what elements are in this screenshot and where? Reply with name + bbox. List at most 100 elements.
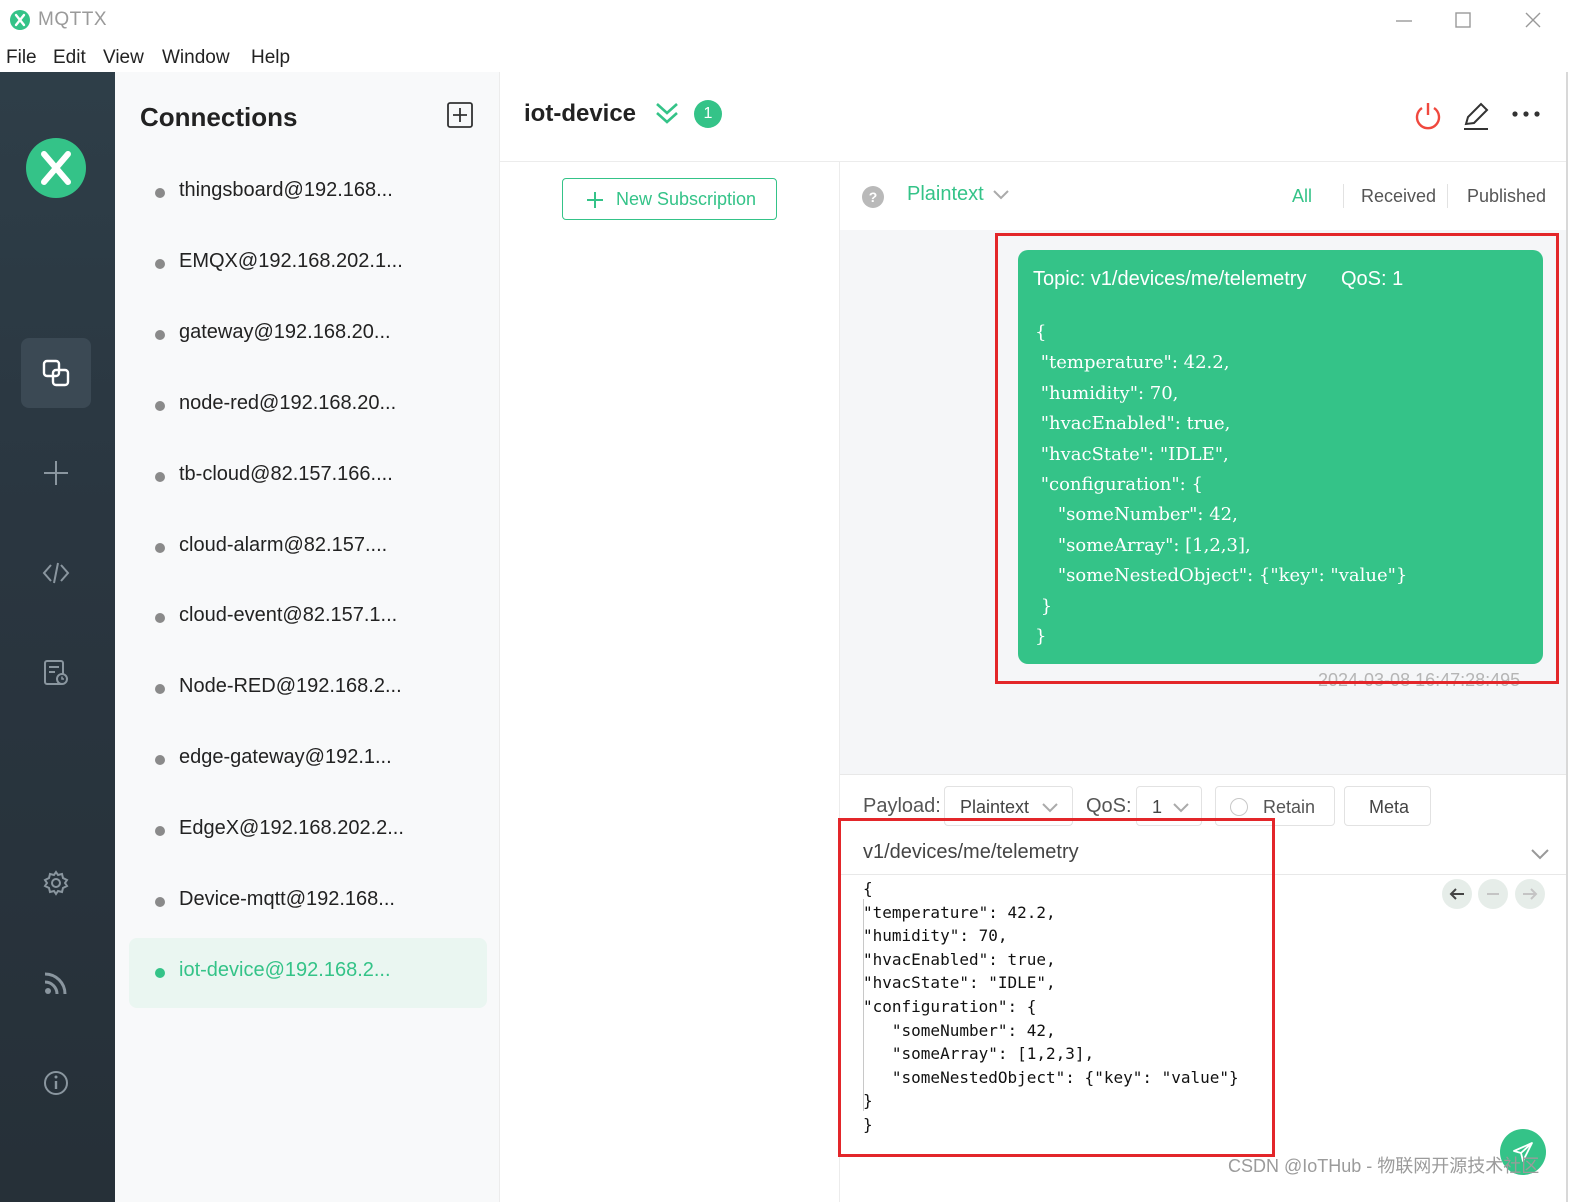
connection-name: iot-device: [524, 100, 637, 127]
menu-help[interactable]: Help: [251, 47, 290, 69]
menu-edit[interactable]: Edit: [53, 47, 86, 69]
connection-item[interactable]: EMQX@192.168.202.1...: [129, 229, 487, 299]
connections-icon: [42, 359, 70, 387]
mqttx-logo-icon: [26, 138, 86, 198]
filter-divider: [1343, 184, 1344, 208]
connection-item[interactable]: EdgeX@192.168.202.2...: [129, 796, 487, 866]
mqttx-logo-icon: [10, 10, 30, 30]
connection-item-name: EMQX@192.168.202.1...: [179, 249, 403, 272]
connection-item-name: node-red@192.168.20...: [179, 391, 397, 414]
connection-status-dot: [155, 826, 165, 837]
connection-status-dot: [155, 542, 165, 553]
connection-status-dot: [155, 258, 165, 269]
plus-icon: [587, 192, 603, 208]
edit-icon: [1464, 102, 1489, 130]
connection-item[interactable]: cloud-event@82.157.1...: [129, 583, 487, 653]
rss-icon: [44, 972, 67, 995]
new-subscription-button[interactable]: New Subscription: [562, 178, 777, 220]
menu-file[interactable]: File: [6, 47, 37, 69]
filter-all[interactable]: All: [1292, 186, 1312, 207]
connections-title: Connections: [140, 102, 298, 132]
nav-log[interactable]: [21, 638, 91, 708]
connection-status-dot: [155, 329, 165, 340]
code-icon: [42, 562, 70, 584]
connection-status-dot: [155, 967, 165, 978]
add-connection-button[interactable]: [447, 102, 473, 128]
menu-window[interactable]: Window: [162, 47, 230, 69]
retain-radio[interactable]: [1230, 798, 1248, 816]
history-clear-button[interactable]: [1478, 879, 1508, 909]
more-options-button[interactable]: [1510, 100, 1542, 132]
gear-icon: [43, 870, 69, 896]
window-title: MQTTX: [38, 9, 107, 30]
power-icon: [1415, 103, 1441, 130]
message-format-select[interactable]: Plaintext: [907, 183, 984, 206]
disconnect-button[interactable]: [1412, 100, 1444, 132]
connection-item-name: EdgeX@192.168.202.2...: [179, 817, 404, 840]
meta-label: Meta: [1369, 797, 1410, 817]
meta-button[interactable]: Meta: [1344, 786, 1431, 826]
connection-item-name: thingsboard@192.168...: [179, 179, 393, 201]
payload-label: Payload:: [863, 795, 941, 817]
connection-item-name: iot-device@192.168.2...: [179, 958, 391, 981]
nav-settings[interactable]: [21, 848, 91, 918]
menu-view[interactable]: View: [103, 47, 144, 69]
double-chevron-down-icon[interactable]: [654, 100, 680, 131]
window-edge: [1566, 72, 1568, 1202]
subscriptions-column: New Subscription: [500, 162, 840, 1202]
log-icon: [44, 660, 68, 685]
connection-item[interactable]: thingsboard@192.168...: [129, 158, 487, 228]
connection-item-name: edge-gateway@192.1...: [179, 746, 392, 769]
info-icon: [44, 1071, 68, 1095]
nav-about[interactable]: [21, 1048, 91, 1118]
minus-icon: [1487, 893, 1499, 895]
help-icon[interactable]: ?: [862, 186, 884, 208]
new-subscription-label: New Subscription: [616, 189, 757, 209]
chevron-down-icon: [1173, 803, 1189, 813]
connections-panel: Connections thingsboard@192.168... EMQX@1…: [115, 72, 500, 1202]
chevron-down-icon[interactable]: [1530, 847, 1550, 861]
connection-item[interactable]: Device-mqtt@192.168...: [129, 867, 487, 937]
connection-item[interactable]: node-red@192.168.20...: [129, 371, 487, 441]
connection-status-dot: [155, 755, 165, 766]
plus-square-icon: [447, 102, 473, 128]
connection-item[interactable]: iot-device@192.168.2...: [129, 937, 487, 1008]
payload-format-value: Plaintext: [960, 797, 1030, 817]
connection-status-dot: [155, 188, 165, 198]
connection-item-name: cloud-event@82.157.1...: [179, 604, 398, 627]
connection-status-dot: [155, 471, 165, 482]
connection-item[interactable]: cloud-alarm@82.157....: [129, 513, 487, 583]
filter-published[interactable]: Published: [1467, 186, 1546, 207]
connection-item[interactable]: Node-RED@192.168.2...: [129, 654, 487, 724]
nav-connections[interactable]: [21, 338, 91, 408]
connection-header: iot-device 1: [500, 72, 1568, 162]
watermark-text: CSDN @IoTHub - 物联网开源技术社区: [1228, 1156, 1540, 1176]
filter-divider: [1447, 184, 1448, 208]
history-forward-button[interactable]: [1515, 879, 1545, 909]
close-window-button[interactable]: [1513, 6, 1553, 34]
more-icon: [1512, 111, 1540, 117]
connection-item[interactable]: gateway@192.168.20...: [129, 300, 487, 370]
minimize-button[interactable]: [1384, 6, 1424, 34]
connection-status-dot: [155, 897, 165, 907]
history-back-button[interactable]: [1442, 879, 1472, 909]
highlight-box-received: [995, 233, 1559, 684]
connection-status-dot: [155, 400, 165, 411]
left-nav: [0, 72, 115, 1202]
filter-received[interactable]: Received: [1361, 186, 1436, 207]
connection-item-name: Node-RED@192.168.2...: [179, 675, 402, 698]
connection-item-name: gateway@192.168.20...: [179, 320, 391, 343]
nav-script[interactable]: [21, 538, 91, 608]
subscription-count-badge: 1: [694, 100, 722, 128]
nav-new-connection[interactable]: [21, 438, 91, 508]
edit-connection-button[interactable]: [1460, 100, 1492, 132]
connection-item[interactable]: tb-cloud@82.157.166....: [129, 442, 487, 512]
highlight-box-publish: [838, 818, 1275, 1157]
chevron-down-icon: [1042, 803, 1058, 813]
maximize-button[interactable]: [1443, 6, 1483, 34]
connection-item[interactable]: edge-gateway@192.1...: [129, 725, 487, 795]
nav-subscriptions[interactable]: [21, 948, 91, 1018]
qos-label: QoS:: [1086, 795, 1132, 817]
arrow-right-icon: [1523, 888, 1538, 900]
connection-item-name: Device-mqtt@192.168...: [179, 888, 395, 910]
